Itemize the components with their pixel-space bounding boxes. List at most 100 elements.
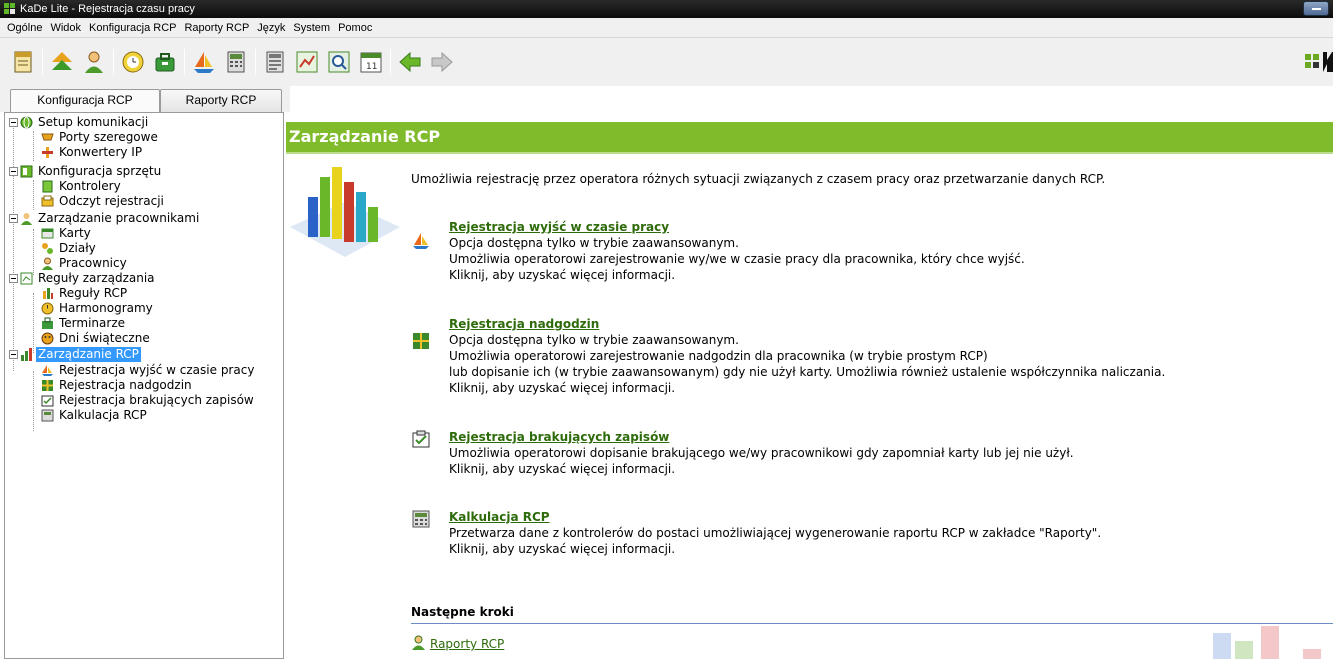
tree-item-harmonogramy[interactable]: Harmonogramy [41, 301, 155, 316]
boat-icon [41, 364, 54, 377]
tree-item-dzialy[interactable]: Działy [41, 241, 98, 256]
converter-icon [41, 146, 54, 159]
menu-konfiguracja-rcp[interactable]: Konfiguracja RCP [85, 19, 180, 37]
window-title: KaDe Lite - Rejestracja czasu pracy [20, 3, 195, 15]
toolbar: 11 [0, 38, 1333, 86]
card-icon [41, 227, 54, 240]
menu-widok[interactable]: Widok [46, 19, 85, 37]
rules-icon [20, 272, 33, 285]
tree-item-reguly-rcp[interactable]: Reguły RCP [41, 286, 129, 301]
page-title: Zarządzanie RCP [286, 122, 1333, 152]
chart-icon[interactable] [294, 49, 320, 75]
menu-jezyk[interactable]: Język [253, 19, 289, 37]
section-text: Umożliwia operatorowi dopisanie brakując… [449, 446, 1074, 460]
schedule-icon [41, 302, 54, 315]
tree-label: Działy [59, 241, 96, 255]
tree-label: Rejestracja nadgodzin [59, 378, 192, 392]
tree-label: Reguły RCP [59, 286, 128, 300]
next-steps-heading: Następne kroki [411, 605, 514, 619]
window-titlebar: KaDe Lite - Rejestracja czasu pracy [0, 0, 1333, 18]
report-icon[interactable] [262, 49, 288, 75]
section-title-link[interactable]: Rejestracja brakujących zapisów [449, 429, 1074, 445]
menu-ogolne[interactable]: Ogólne [3, 19, 46, 37]
tree-item-odczyt-rejestracji[interactable]: Odczyt rejestracji [41, 194, 166, 209]
users-icon [20, 212, 33, 225]
section-title-link[interactable]: Rejestracja wyjść w czasie pracy [449, 219, 1025, 235]
menu-bar: Ogólne Widok Konfiguracja RCP Raporty RC… [0, 18, 1333, 38]
tree-item-terminarze[interactable]: Terminarze [41, 316, 127, 331]
menu-pomoc[interactable]: Pomoc [334, 19, 376, 37]
tree-group-reguly-zarzadzania[interactable]: Reguły zarządzania [9, 271, 157, 286]
tab-raporty-rcp[interactable]: Raporty RCP [160, 89, 282, 112]
collapse-toggle-icon[interactable] [9, 274, 18, 283]
section-kalkulacja-rcp[interactable]: Kalkulacja RCP Przetwarza dane z kontrol… [449, 509, 1101, 557]
tab-konfiguracja-rcp[interactable]: Konfiguracja RCP [10, 89, 160, 113]
tree-connector [33, 131, 34, 161]
back-arrow-icon[interactable] [397, 49, 423, 75]
tree-label: Harmonogramy [59, 301, 153, 315]
tree-group-setup-komunikacji[interactable]: Setup komunikacji [9, 115, 150, 130]
toolbar-separator [390, 49, 391, 75]
checklist-icon [41, 394, 54, 407]
next-step-raporty-link[interactable]: Raporty RCP [430, 637, 504, 651]
rule-icon [41, 287, 54, 300]
tree-group-zarzadzanie-pracownikami[interactable]: Zarządzanie pracownikami [9, 211, 201, 226]
tree-connector [33, 180, 34, 210]
tree-label: Reguły zarządzania [38, 271, 155, 285]
menu-system[interactable]: System [289, 19, 334, 37]
tree-item-porty-szeregowe[interactable]: Porty szeregowe [41, 130, 160, 145]
section-text: Przetwarza dane z kontrolerów do postaci… [449, 526, 1102, 540]
tree-item-rejestracja-nadgodzin[interactable]: Rejestracja nadgodzin [41, 378, 194, 393]
tree-item-rejestracja-brakujacych[interactable]: Rejestracja brakujących zapisów [41, 393, 256, 408]
minimize-button[interactable] [1303, 1, 1329, 16]
toolbar-separator [184, 49, 185, 75]
collapse-toggle-icon[interactable] [9, 167, 18, 176]
tree-group-konfiguracja-sprzetu[interactable]: Konfiguracja sprzętu [9, 164, 163, 179]
employee-icon [41, 257, 54, 270]
notebook-icon[interactable] [10, 49, 36, 75]
plus-grid-icon [412, 332, 430, 350]
calendar-icon[interactable]: 11 [358, 49, 384, 75]
tree-label: Rejestracja wyjść w czasie pracy [59, 363, 255, 377]
boat-icon[interactable] [191, 49, 217, 75]
collapse-toggle-icon[interactable] [9, 214, 18, 223]
tree-connector [33, 371, 34, 431]
tree-group-zarzadzanie-rcp[interactable]: Zarządzanie RCP [9, 347, 141, 362]
tree-connector [33, 229, 34, 275]
calculator-icon[interactable] [223, 49, 249, 75]
up-arrows-icon[interactable] [49, 49, 75, 75]
menu-raporty-rcp[interactable]: Raporty RCP [180, 19, 253, 37]
tree-label: Kontrolery [59, 179, 121, 193]
section-rejestracja-brakujacych[interactable]: Rejestracja brakujących zapisów Umożliwi… [449, 429, 1074, 477]
section-rejestracja-nadgodzin[interactable]: Rejestracja nadgodzin Opcja dostępna tyl… [449, 316, 1165, 396]
section-title-link[interactable]: Rejestracja nadgodzin [449, 316, 1165, 332]
tree-item-kontrolery[interactable]: Kontrolery [41, 179, 123, 194]
collapse-toggle-icon[interactable] [9, 118, 18, 127]
globe-icon [20, 116, 33, 129]
tree-label: Dni świąteczne [59, 331, 150, 345]
section-text: Kliknij, aby uzyskać więcej informacji. [449, 268, 676, 282]
tree-label: Rejestracja brakujących zapisów [59, 393, 254, 407]
magnifier-icon[interactable] [326, 49, 352, 75]
forward-arrow-icon[interactable] [429, 49, 455, 75]
tree-item-rejestracja-wyjsc[interactable]: Rejestracja wyjść w czasie pracy [41, 363, 256, 378]
tree-label: Konwertery IP [59, 145, 143, 159]
section-title-link[interactable]: Kalkulacja RCP [449, 509, 1101, 525]
section-rejestracja-wyjsc[interactable]: Rejestracja wyjść w czasie pracy Opcja d… [449, 219, 1025, 283]
tree-item-dni-swiateczne[interactable]: Dni świąteczne [41, 331, 152, 346]
user-icon[interactable] [81, 49, 107, 75]
controller-icon [41, 180, 54, 193]
tree-item-kalkulacja-rcp[interactable]: Kalkulacja RCP [41, 408, 149, 423]
section-text: Kliknij, aby uzyskać więcej informacji. [449, 542, 676, 556]
tree-item-konwertery-ip[interactable]: Konwertery IP [41, 145, 144, 160]
brand-logo-icon [1303, 50, 1333, 74]
tree-item-pracownicy[interactable]: Pracownicy [41, 256, 129, 271]
clock-icon[interactable] [120, 49, 146, 75]
calculator-icon [412, 510, 430, 528]
tree-item-karty[interactable]: Karty [41, 226, 93, 241]
collapse-toggle-icon[interactable] [9, 350, 18, 359]
bag-icon[interactable] [152, 49, 178, 75]
bar-chart-illustration-icon [290, 157, 400, 267]
banner-underline [286, 152, 1333, 154]
toolbar-separator [42, 49, 43, 75]
